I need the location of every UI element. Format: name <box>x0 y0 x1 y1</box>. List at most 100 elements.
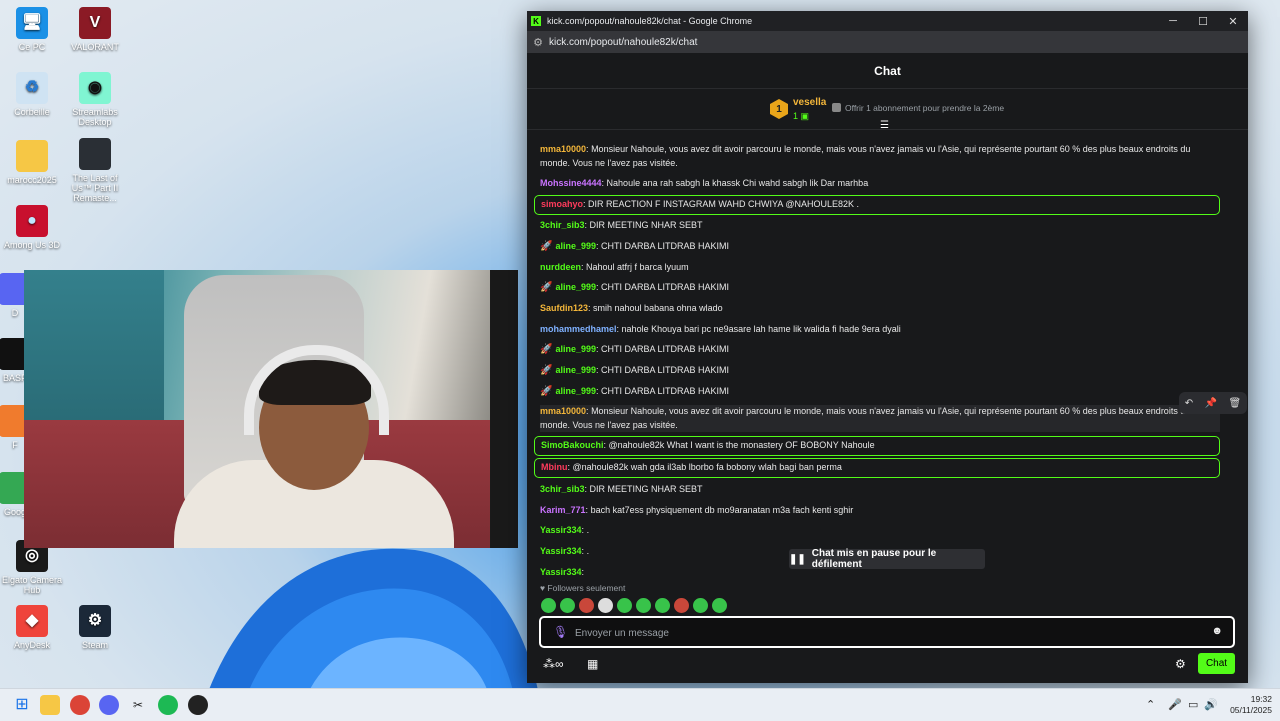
emote-icon[interactable] <box>693 598 708 613</box>
game-cover-icon <box>79 138 111 170</box>
desktop-icon-streamlabs[interactable]: ◉ Streamlabs Desktop <box>64 72 126 127</box>
chat-username[interactable]: SimoBakouchi <box>541 440 604 450</box>
rocket-badge-icon: 🚀 <box>540 386 553 397</box>
pin-icon[interactable]: 📌 <box>1205 398 1217 409</box>
emote-icon[interactable] <box>636 598 651 613</box>
chat-username[interactable]: Mbinu <box>541 462 568 472</box>
kick-points-icon[interactable]: ⁂∞ <box>543 657 564 671</box>
message-input[interactable] <box>573 623 1197 643</box>
emoji-picker-icon[interactable]: ☻ <box>1211 625 1223 637</box>
maximize-button[interactable]: ☐ <box>1188 15 1218 28</box>
emote-icon[interactable] <box>674 598 689 613</box>
emote-icon[interactable] <box>579 598 594 613</box>
microphone-icon[interactable]: 🎙 <box>553 625 568 639</box>
gift-offer-link[interactable]: Offrir 1 abonnement pour prendre la 2ème <box>832 103 1004 113</box>
desktop-icon-corbeille[interactable]: ♻ Corbeille <box>1 72 63 117</box>
chat-username[interactable]: 3chir_sib3 <box>540 484 585 494</box>
anydesk-icon: ◆ <box>16 605 48 637</box>
chat-username[interactable]: Yassir334 <box>540 525 582 535</box>
network-icon[interactable]: ▭ <box>1188 698 1198 711</box>
chat-username[interactable]: mma10000 <box>540 406 586 416</box>
desktop-icon-steam[interactable]: ⚙ Steam <box>64 605 126 650</box>
recycle-bin-icon: ♻ <box>16 72 48 104</box>
chat-messages[interactable]: mma10000: Monsieur Nahoule, vous avez di… <box>527 129 1248 579</box>
chrome-icon[interactable] <box>70 695 90 715</box>
desktop-icon-among-us[interactable]: ● Among Us 3D <box>1 205 63 250</box>
close-button[interactable]: ✕ <box>1218 15 1248 28</box>
chat-username[interactable]: Yassir334 <box>540 567 582 577</box>
chat-message-mention: Mbinu: @nahoule82k wah gda il3ab lborbo … <box>534 458 1220 478</box>
system-clock[interactable]: 19:32 05/11/2025 <box>1222 694 1272 716</box>
desktop-icon-elgato[interactable]: ◎ Elgato Camera Hub <box>1 540 63 595</box>
emote-icon[interactable] <box>560 598 575 613</box>
chevron-up-icon[interactable]: ⌃ <box>1146 698 1155 711</box>
capcut-icon[interactable]: ✂ <box>128 695 148 715</box>
chat-message: Mohssine4444: Nahoule ana rah sabgh la k… <box>540 178 869 188</box>
valorant-icon: V <box>79 7 111 39</box>
chat-username[interactable]: aline_999 <box>555 241 596 251</box>
chat-message-mention: simoahyo: DIR REACTION F INSTAGRAM WAHD … <box>534 195 1220 215</box>
chat-username[interactable]: aline_999 <box>555 365 596 375</box>
volume-icon[interactable]: 🔊 <box>1204 698 1218 711</box>
chat-message: mohammedhamel: nahole Khouya bari pc ne9… <box>540 324 901 334</box>
desktop-icon-anydesk[interactable]: ◆ AnyDesk <box>1 605 63 650</box>
followers-only-notice: ♥ Followers seulement <box>540 583 626 593</box>
chat-username[interactable]: Karim_771 <box>540 505 586 515</box>
desktop-icon-ce-pc[interactable]: 🖥 Ce PC <box>1 7 63 52</box>
chat-header: Chat <box>527 53 1248 89</box>
chat-username[interactable]: Yassir334 <box>540 546 582 556</box>
reply-icon[interactable]: ↶ <box>1185 398 1193 409</box>
chat-username[interactable]: simoahyo <box>541 199 583 209</box>
obs-icon[interactable] <box>188 695 208 715</box>
windows-start-icon[interactable]: ⊞ <box>12 695 32 715</box>
chat-username[interactable]: 3chir_sib3 <box>540 220 585 230</box>
chat-paused-banner[interactable]: ❚❚ Chat mis en pause pour le défilement <box>789 548 985 570</box>
among-us-icon: ● <box>16 205 48 237</box>
chat-title: Chat <box>874 63 901 78</box>
chrome-window: K kick.com/popout/nahoule82k/chat - Goog… <box>527 11 1248 683</box>
site-settings-icon[interactable]: ⚙ <box>527 36 549 49</box>
rocket-badge-icon: 🚀 <box>540 344 553 355</box>
emote-icon[interactable] <box>541 598 556 613</box>
chat-username[interactable]: aline_999 <box>555 282 596 292</box>
message-box: 🎙 ☻ <box>539 616 1235 648</box>
delete-icon[interactable]: 🗑 <box>1229 398 1242 409</box>
store-icon[interactable]: ▦ <box>587 657 598 671</box>
settings-gear-icon[interactable]: ⚙ <box>1175 657 1186 671</box>
chat-username[interactable]: nurddeen <box>540 262 581 272</box>
chat-message: 🚀 aline_999: CHTI DARBA LITDRAB HAKIMI <box>540 386 730 397</box>
chat-message-hovered: mma10000: Monsieur Nahoule, vous avez di… <box>540 405 1220 432</box>
emote-icon[interactable] <box>655 598 670 613</box>
gift-leaderboard: 1 vesella 1 ▣ Offrir 1 abonnement pour p… <box>527 89 1248 131</box>
desktop-icon-tlou2[interactable]: The Last of Us™ Part II Remaste... <box>64 138 126 203</box>
chat-username[interactable]: Saufdin123 <box>540 303 588 313</box>
chat-username[interactable]: aline_999 <box>555 386 596 396</box>
send-chat-button[interactable]: Chat <box>1198 653 1235 674</box>
chat-username[interactable]: mohammedhamel <box>540 324 617 334</box>
discord-icon[interactable] <box>99 695 119 715</box>
kick-logo-icon: K <box>531 16 541 26</box>
chat-username[interactable]: aline_999 <box>555 344 596 354</box>
top-gifter-name[interactable]: vesella <box>793 97 826 108</box>
emote-icon[interactable] <box>598 598 613 613</box>
minimize-button[interactable]: ─ <box>1158 15 1188 28</box>
address-bar[interactable]: ⚙ kick.com/popout/nahoule82k/chat <box>527 31 1248 53</box>
emote-icon[interactable] <box>712 598 727 613</box>
emote-icon[interactable] <box>617 598 632 613</box>
chat-username[interactable]: Mohssine4444 <box>540 178 602 188</box>
rocket-badge-icon: 🚀 <box>540 241 553 252</box>
microphone-tray-icon[interactable]: 🎤 <box>1168 698 1182 711</box>
gift-icon: ▣ <box>800 111 810 121</box>
chat-message: Saufdin123: smih nahoul babana ohna wlad… <box>540 303 723 313</box>
pause-icon: ❚❚ <box>789 553 806 565</box>
taskbar: ⊞ ✂ ⌃ 🎤 ▭ 🔊 19:32 05/11/2025 <box>0 688 1280 721</box>
chat-message: Karim_771: bach kat7ess physiquement db … <box>540 505 854 515</box>
spotify-icon[interactable] <box>158 695 178 715</box>
desktop-icon-folder[interactable]: marocc2025 <box>1 140 63 185</box>
chat-username[interactable]: mma10000 <box>540 144 586 154</box>
chat-message: 🚀 aline_999: CHTI DARBA LITDRAB HAKIMI <box>540 282 730 293</box>
desktop-icon-valorant[interactable]: V VALORANT <box>64 7 126 52</box>
file-explorer-icon[interactable] <box>40 695 60 715</box>
streamlabs-icon: ◉ <box>79 72 111 104</box>
gift-count: 1 ▣ <box>793 111 810 121</box>
